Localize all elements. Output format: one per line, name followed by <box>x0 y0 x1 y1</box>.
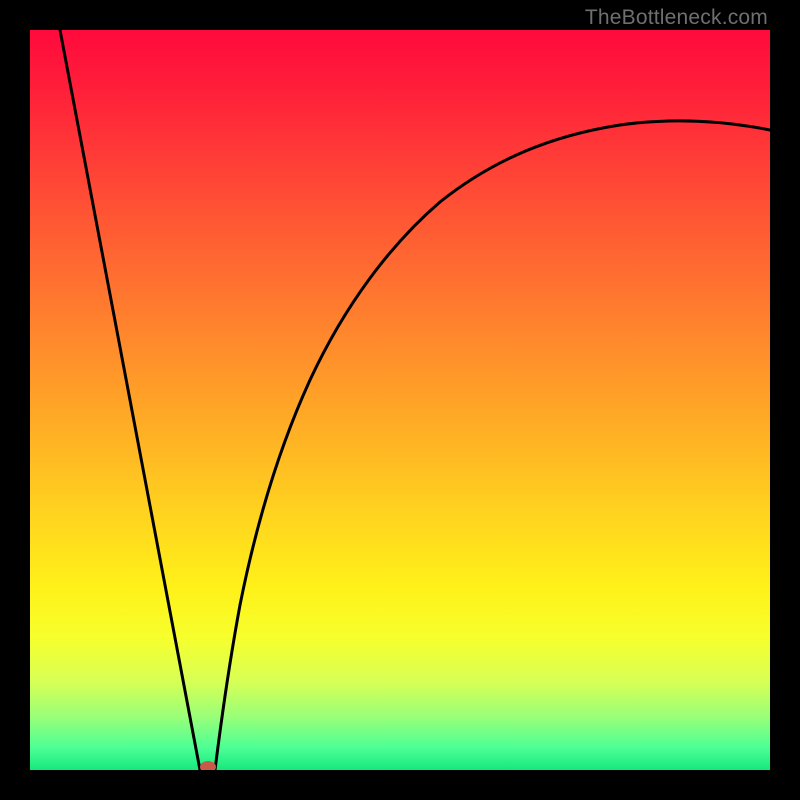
curve-right-segment <box>215 121 770 770</box>
curve-left-segment <box>60 30 200 770</box>
plot-area <box>30 30 770 770</box>
valley-marker <box>200 761 216 770</box>
bottleneck-curve <box>30 30 770 770</box>
watermark-label: TheBottleneck.com <box>585 6 768 30</box>
chart-frame: TheBottleneck.com <box>0 0 800 800</box>
